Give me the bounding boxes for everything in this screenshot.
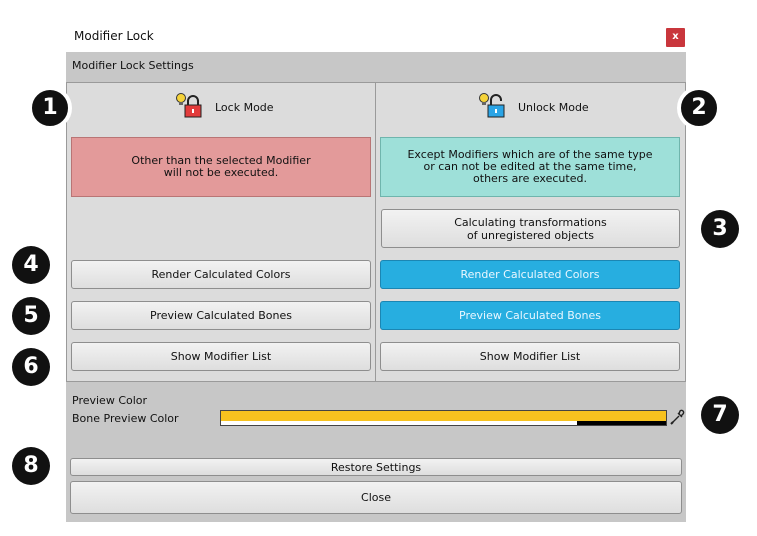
restore-settings-button[interactable]: Restore Settings (70, 458, 682, 476)
unlock-mode-label: Unlock Mode (518, 101, 589, 114)
marker-5: 5 (12, 297, 50, 335)
bone-preview-color-label: Bone Preview Color (72, 412, 179, 425)
lock-mode-label: Lock Mode (215, 101, 274, 114)
preview-color-label: Preview Color (72, 394, 148, 407)
unlock-preview-bones-button[interactable]: Preview Calculated Bones (380, 301, 680, 330)
marker-2: 2 (677, 86, 721, 130)
mode-divider (375, 82, 376, 382)
marker-7: 7 (701, 396, 739, 434)
unlock-render-colors-button[interactable]: Render Calculated Colors (380, 260, 680, 289)
marker-3: 3 (701, 210, 739, 248)
color-alpha-fill (221, 421, 577, 425)
window-close-button[interactable]: x (666, 28, 685, 47)
marker-4: 4 (12, 246, 50, 284)
marker-8: 8 (12, 447, 50, 485)
lock-show-modifier-list-button[interactable]: Show Modifier List (71, 342, 371, 371)
eyedropper-icon[interactable] (669, 408, 685, 426)
unlock-mode-description: Except Modifiers which are of the same t… (380, 137, 680, 197)
close-button[interactable]: Close (70, 481, 682, 514)
red-padlock-lightbulb-icon (175, 92, 205, 120)
blue-open-padlock-lightbulb-icon (478, 92, 508, 120)
window-title: Modifier Lock (74, 29, 154, 43)
marker-6: 6 (12, 348, 50, 386)
unlock-show-modifier-list-button[interactable]: Show Modifier List (380, 342, 680, 371)
marker-1: 1 (28, 86, 72, 130)
lock-render-colors-button[interactable]: Render Calculated Colors (71, 260, 371, 289)
lock-preview-bones-button[interactable]: Preview Calculated Bones (71, 301, 371, 330)
settings-header: Modifier Lock Settings (72, 59, 194, 72)
calculate-transformations-button[interactable]: Calculating transformations of unregiste… (381, 209, 680, 248)
lock-mode-description: Other than the selected Modifier will no… (71, 137, 371, 197)
